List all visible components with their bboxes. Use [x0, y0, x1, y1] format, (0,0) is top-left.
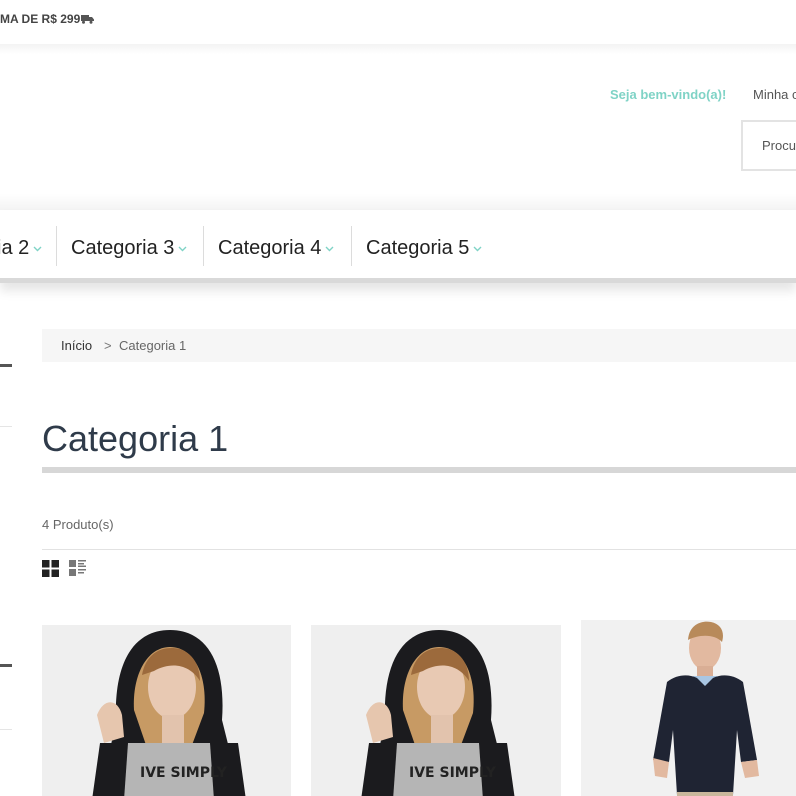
- nav-item-label: ia 2: [0, 237, 30, 259]
- product-image-woman-hoodie: IVE SIMPLY: [311, 625, 561, 796]
- toolbar-divider: [42, 549, 796, 550]
- page-title: Categoria 1: [42, 418, 229, 459]
- title-underline: [42, 467, 796, 473]
- breadcrumb-separator: >: [104, 338, 112, 353]
- nav-item-categoria-3[interactable]: Categoria 3: [71, 226, 187, 266]
- nav-item-categoria-4[interactable]: Categoria 4: [218, 226, 334, 266]
- breadcrumb-home-link[interactable]: Início: [61, 329, 92, 362]
- truck-icon: [81, 15, 95, 24]
- welcome-link[interactable]: Seja bem-vindo(a)!: [610, 87, 726, 102]
- product-image-man-sweater: [581, 620, 796, 796]
- sidebar-heading-underline: [0, 364, 12, 367]
- product-count: 4 Produto(s): [42, 517, 114, 532]
- product-card[interactable]: IVE SIMPLY: [42, 625, 291, 796]
- header: Seja bem-vindo(a)! Minha c: [0, 44, 796, 210]
- shipping-text: MA DE R$ 299: [0, 12, 81, 26]
- list-view-icon[interactable]: [69, 560, 86, 577]
- svg-text:IVE SIMPLY: IVE SIMPLY: [409, 765, 497, 781]
- svg-text:IVE SIMPLY: IVE SIMPLY: [140, 765, 228, 781]
- shipping-notice: MA DE R$ 299: [0, 12, 95, 26]
- breadcrumb: Início > Categoria 1: [42, 329, 796, 362]
- nav-divider: [351, 226, 352, 266]
- top-bar: MA DE R$ 299: [0, 0, 796, 44]
- chevron-down-icon: [473, 226, 482, 266]
- category-nav: ia 2 Categoria 3 Categoria 4 Categoria 5: [0, 210, 796, 283]
- breadcrumb-current: Categoria 1: [119, 338, 187, 353]
- nav-item-label: Categoria 4: [218, 237, 322, 259]
- nav-item-categoria-2[interactable]: ia 2: [0, 226, 42, 266]
- product-card[interactable]: [581, 620, 796, 796]
- nav-divider: [56, 226, 57, 266]
- search-box[interactable]: [741, 120, 796, 171]
- chevron-down-icon: [178, 226, 187, 266]
- my-account-link[interactable]: Minha c: [753, 87, 796, 102]
- grid-view-icon[interactable]: [42, 560, 59, 577]
- nav-divider: [203, 226, 204, 266]
- nav-item-label: Categoria 5: [366, 237, 470, 259]
- nav-item-label: Categoria 3: [71, 237, 175, 259]
- search-input[interactable]: [762, 138, 796, 153]
- sidebar-heading-underline: [0, 664, 12, 667]
- sidebar-divider: [0, 729, 12, 730]
- chevron-down-icon: [325, 226, 334, 266]
- sidebar-divider: [0, 426, 12, 427]
- nav-item-categoria-5[interactable]: Categoria 5: [366, 226, 482, 266]
- product-image-woman-hoodie: IVE SIMPLY: [42, 625, 291, 796]
- product-card[interactable]: IVE SIMPLY: [311, 625, 561, 796]
- chevron-down-icon: [33, 226, 42, 266]
